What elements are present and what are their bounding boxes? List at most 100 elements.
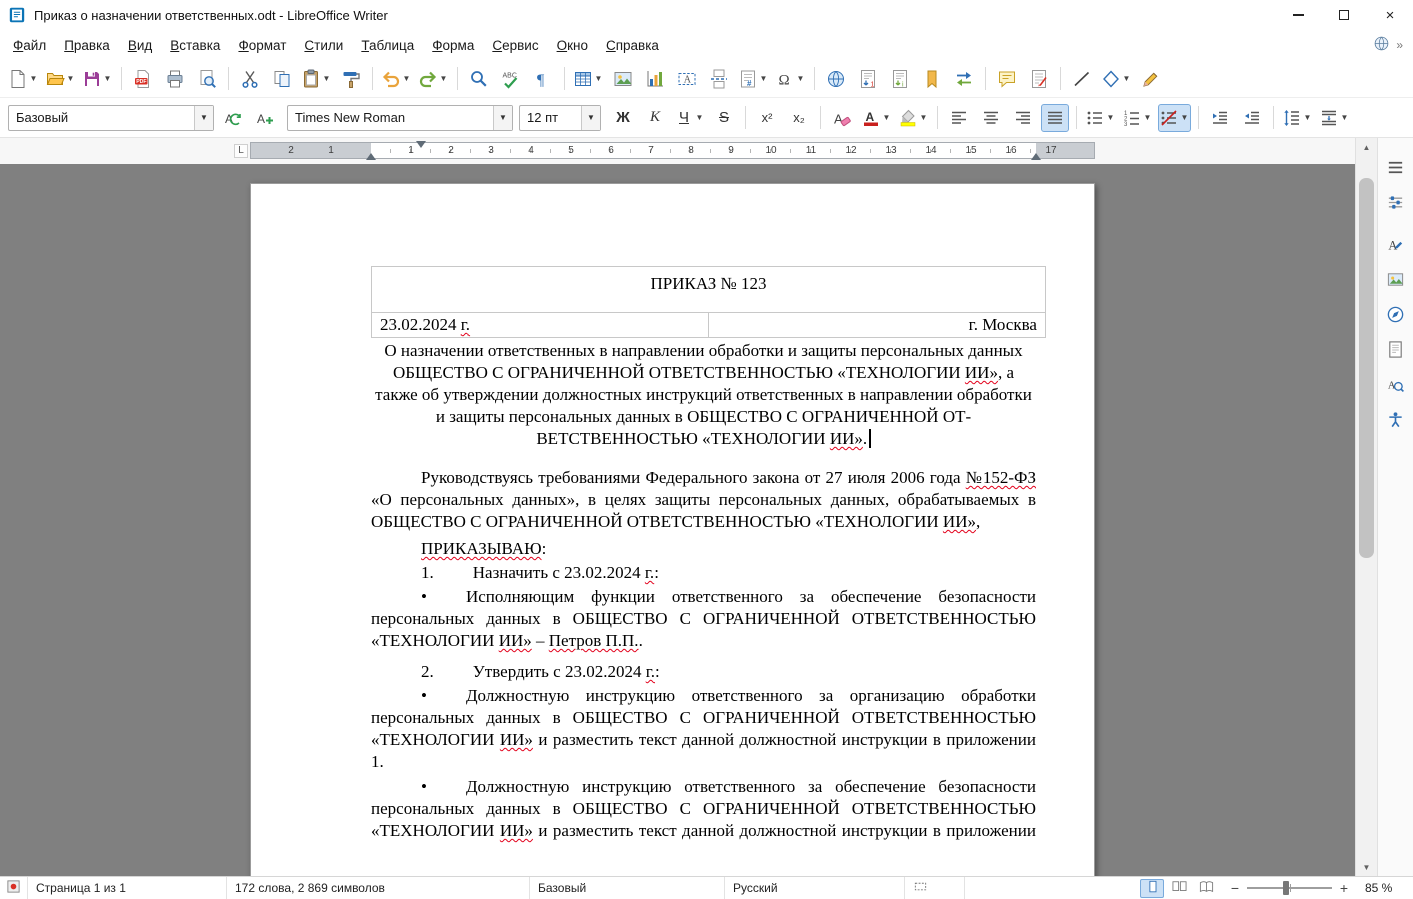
multi-page-view-button[interactable] <box>1167 879 1191 898</box>
save-status[interactable] <box>0 877 28 899</box>
find-replace-button[interactable] <box>465 65 493 93</box>
font-name-combo[interactable]: Times New Roman ▼ <box>287 104 513 131</box>
bold-button[interactable]: Ж <box>609 104 637 132</box>
align-right-button[interactable] <box>1009 104 1037 132</box>
minimize-button[interactable] <box>1275 0 1321 30</box>
vertical-scrollbar[interactable]: ▲ ▼ <box>1355 138 1377 876</box>
new-document-button[interactable]: ▼ <box>7 65 40 93</box>
left-indent-marker[interactable] <box>366 153 376 160</box>
bookmark-button[interactable] <box>918 65 946 93</box>
chevron-down-icon[interactable]: ▼ <box>194 105 213 130</box>
new-style-button[interactable]: А <box>251 104 279 132</box>
chevron-down-icon[interactable]: ▼ <box>1302 113 1313 122</box>
menu-edit[interactable]: Правка <box>55 33 119 58</box>
print-preview-button[interactable] <box>193 65 221 93</box>
insert-chart-button[interactable] <box>641 65 669 93</box>
zoom-in-button[interactable]: + <box>1337 880 1351 896</box>
footnote-button[interactable]: 1 <box>854 65 882 93</box>
page-number-status[interactable]: Страница 1 из 1 <box>28 877 227 899</box>
menu-insert[interactable]: Вставка <box>161 33 229 58</box>
table-cell-city[interactable]: г. Москва <box>707 312 1046 338</box>
maximize-button[interactable] <box>1321 0 1367 30</box>
align-center-button[interactable] <box>977 104 1005 132</box>
word-count-status[interactable]: 172 слова, 2 869 символов <box>227 877 530 899</box>
chevron-down-icon[interactable]: ▼ <box>1179 113 1190 122</box>
chevron-down-icon[interactable]: ▼ <box>401 74 412 83</box>
menu-form[interactable]: Форма <box>423 33 483 58</box>
clear-formatting-button[interactable]: А <box>828 104 856 132</box>
paste-button[interactable]: ▼ <box>300 65 333 93</box>
table-cell-order-title[interactable]: ПРИКАЗ № 123 <box>371 266 1046 313</box>
scroll-up-button[interactable]: ▲ <box>1356 138 1377 156</box>
subscript-button[interactable]: x₂ <box>785 104 813 132</box>
insert-table-button[interactable]: ▼ <box>572 65 605 93</box>
properties-button[interactable] <box>1383 191 1409 217</box>
globe-icon[interactable] <box>1373 35 1390 55</box>
increase-indent-button[interactable] <box>1206 104 1234 132</box>
unordered-list-button[interactable]: ▼ <box>1084 104 1117 132</box>
horizontal-ruler[interactable]: L 2 1 1 2 3 4 5 6 7 8 9 10 11 12 13 14 15 16 17 <box>0 138 1355 164</box>
line-spacing-button[interactable]: ▼ <box>1281 104 1314 132</box>
line-button[interactable] <box>1068 65 1096 93</box>
sidebar-settings-button[interactable] <box>1383 156 1409 182</box>
book-view-button[interactable] <box>1194 879 1218 898</box>
paragraph[interactable]: О назначении ответственных в направлении… <box>371 340 1036 450</box>
chevron-down-icon[interactable]: ▼ <box>493 105 512 130</box>
accessibility-check-button[interactable] <box>1383 408 1409 434</box>
document-viewport[interactable]: ПРИКАЗ № 123 23.02.2024 г. г. Москва О н… <box>0 164 1355 876</box>
underline-button[interactable]: Ч ▼ <box>673 104 706 132</box>
single-page-view-button[interactable] <box>1140 878 1164 898</box>
chevron-down-icon[interactable]: ▼ <box>321 74 332 83</box>
language-status[interactable]: Русский <box>725 877 905 899</box>
clone-formatting-button[interactable] <box>337 65 365 93</box>
tab-stop-selector[interactable]: L <box>234 144 248 158</box>
menu-view[interactable]: Вид <box>119 33 161 58</box>
spelling-button[interactable]: ABC <box>497 65 525 93</box>
italic-button[interactable]: К <box>641 104 669 132</box>
endnote-button[interactable]: i <box>886 65 914 93</box>
page-button[interactable] <box>1383 338 1409 364</box>
menu-overflow-icon[interactable]: » <box>1396 38 1403 52</box>
export-pdf-button[interactable]: PDF <box>129 65 157 93</box>
decrease-indent-button[interactable] <box>1238 104 1266 132</box>
chevron-down-icon[interactable]: ▼ <box>881 113 892 122</box>
basic-shapes-button[interactable]: ▼ <box>1100 65 1133 93</box>
save-button[interactable]: ▼ <box>81 65 114 93</box>
chevron-down-icon[interactable]: ▼ <box>581 105 600 130</box>
menu-tools[interactable]: Сервис <box>483 33 547 58</box>
navigator-button[interactable] <box>1383 303 1409 329</box>
insert-textbox-button[interactable]: A <box>673 65 701 93</box>
ruler-scale[interactable]: 2 1 1 2 3 4 5 6 7 8 9 10 11 12 13 14 15 16 17 <box>250 141 1095 160</box>
page-style-status[interactable]: Базовый <box>530 877 725 899</box>
gallery-button[interactable] <box>1383 268 1409 294</box>
align-left-button[interactable] <box>945 104 973 132</box>
page-text-area[interactable]: ПРИКАЗ № 123 23.02.2024 г. г. Москва О н… <box>371 266 1046 842</box>
superscript-button[interactable]: x² <box>753 104 781 132</box>
paragraph[interactable]: ПРИКАЗЫВАЮ: <box>371 538 1036 560</box>
menu-window[interactable]: Окно <box>548 33 597 58</box>
zoom-slider[interactable] <box>1247 881 1332 895</box>
paragraph[interactable]: 1. Назначить с 23.02.2024 г.: <box>371 562 1036 584</box>
style-inspector-button[interactable]: A <box>1383 373 1409 399</box>
zoom-slider-thumb[interactable] <box>1282 881 1289 895</box>
right-indent-marker[interactable] <box>1031 153 1041 160</box>
scrollbar-track[interactable] <box>1356 156 1377 858</box>
chevron-down-icon[interactable]: ▼ <box>694 113 705 122</box>
paragraph-style-combo[interactable]: Базовый ▼ <box>8 104 214 131</box>
first-line-indent-marker[interactable] <box>416 141 426 148</box>
chevron-down-icon[interactable]: ▼ <box>758 74 769 83</box>
table-row[interactable]: ПРИКАЗ № 123 <box>371 266 1046 313</box>
paragraph[interactable]: Руководствуясь требованиями Федерального… <box>371 467 1036 533</box>
paragraph[interactable]: 2. Утвердить с 23.02.2024 г.: <box>371 661 1036 683</box>
menu-file[interactable]: Файл <box>4 33 55 58</box>
ordered-list-button[interactable]: 1 2 3 ▼ <box>1121 104 1154 132</box>
document-page[interactable]: ПРИКАЗ № 123 23.02.2024 г. г. Москва О н… <box>250 183 1095 876</box>
track-changes-button[interactable] <box>1025 65 1053 93</box>
scroll-down-button[interactable]: ▼ <box>1356 858 1377 876</box>
menu-help[interactable]: Справка <box>597 33 668 58</box>
close-button[interactable]: × <box>1367 0 1413 30</box>
paragraph-spacing-button[interactable]: ▼ <box>1318 104 1351 132</box>
chevron-down-icon[interactable]: ▼ <box>918 113 929 122</box>
redo-button[interactable]: ▼ <box>417 65 450 93</box>
paragraph[interactable]: • Должностную инструкцию ответственного з… <box>371 776 1036 842</box>
